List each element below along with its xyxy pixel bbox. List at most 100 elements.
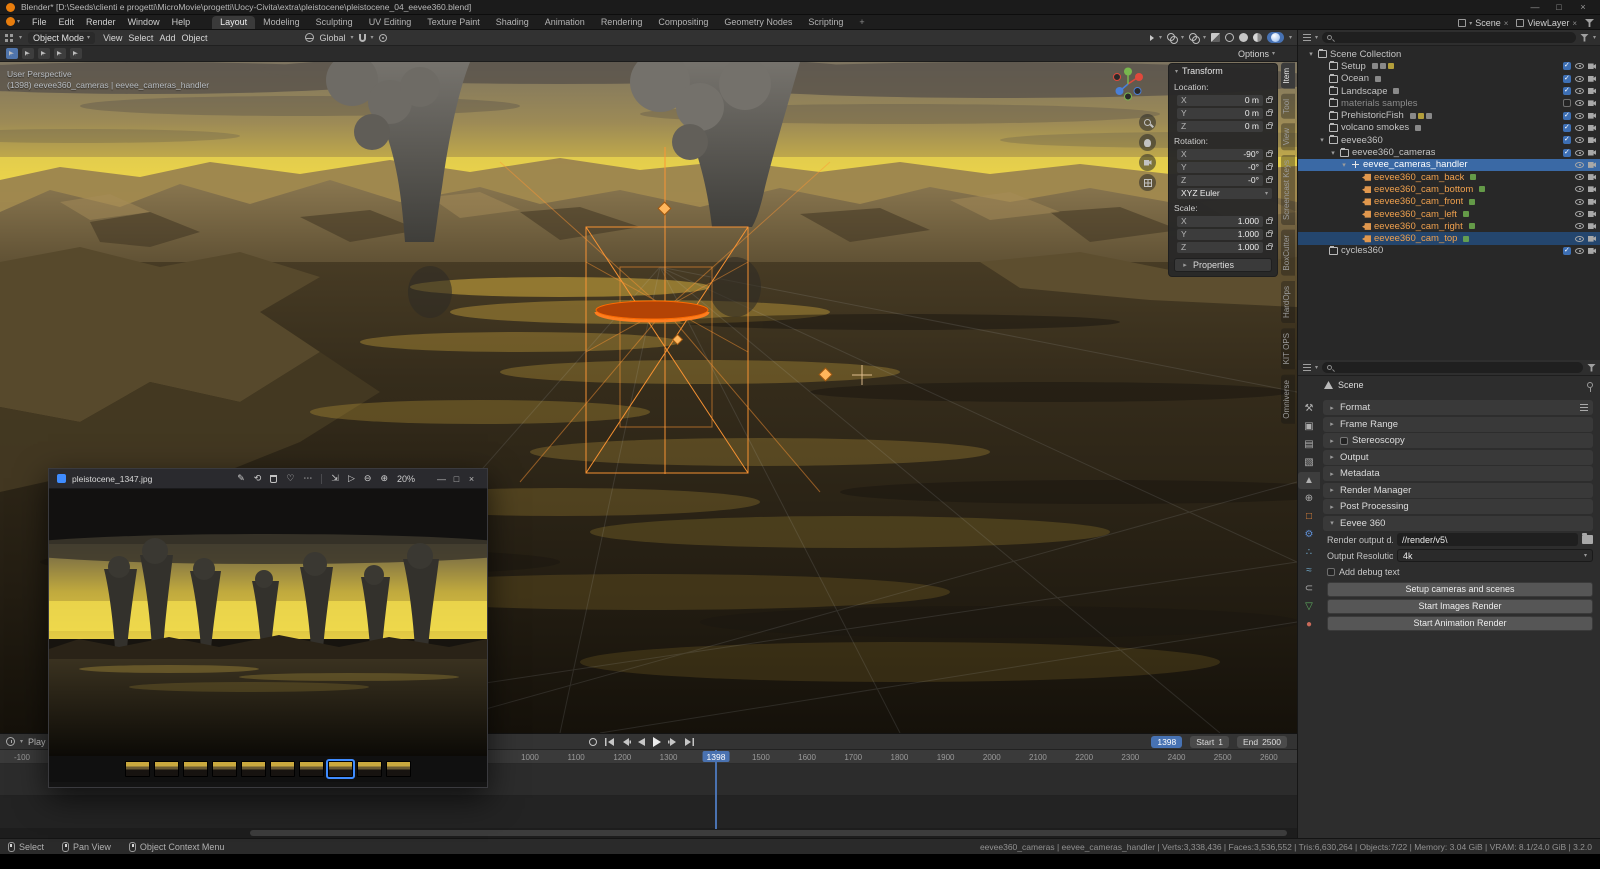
disable-render-icon[interactable] — [1588, 149, 1596, 156]
shading-material-icon[interactable] — [1252, 33, 1262, 42]
hide-viewport-icon[interactable] — [1575, 88, 1584, 95]
playhead-badge[interactable]: 1398 — [702, 751, 730, 762]
properties-tab[interactable] — [1298, 418, 1320, 435]
properties-section-header[interactable]: Output — [1323, 449, 1593, 465]
filmstrip-thumbnail[interactable] — [154, 761, 179, 777]
transform-value-field[interactable]: Z -0° ▾ — [1177, 174, 1263, 186]
ortho-toggle-button[interactable] — [1139, 174, 1156, 191]
properties-section-header[interactable]: Render Manager — [1323, 482, 1593, 498]
favorite-icon[interactable]: ♡ — [286, 473, 294, 484]
hide-viewport-icon[interactable] — [1575, 149, 1584, 156]
filmstrip-thumbnail[interactable] — [183, 761, 208, 777]
tweak-tool-icon[interactable] — [6, 48, 18, 59]
properties-tab[interactable] — [1298, 490, 1320, 507]
exclude-checkbox[interactable] — [1563, 246, 1571, 255]
photos-window[interactable]: pleistocene_1347.jpg ✎ ⟲ ♡ ⋯ ⇲ ▷ ⊖ ⊕ 20%… — [48, 468, 488, 788]
filmstrip-thumbnail[interactable] — [386, 761, 411, 777]
filmstrip-thumbnail[interactable] — [212, 761, 237, 777]
sidebar-tab[interactable]: Item — [1281, 63, 1295, 89]
menu-item[interactable]: Render — [80, 16, 122, 29]
workspace-tab[interactable]: Compositing — [650, 16, 716, 29]
workspace-tab[interactable]: UV Editing — [361, 16, 420, 29]
disclosure-triangle-icon[interactable] — [1340, 161, 1348, 169]
snap-magnet-icon[interactable] — [358, 33, 366, 42]
viewport-menu-item[interactable]: Add — [157, 33, 177, 43]
transform-value-field[interactable]: Z 1.000 ▾ — [1177, 241, 1263, 253]
exclude-checkbox[interactable] — [1563, 135, 1571, 145]
annotate-tool-icon[interactable] — [70, 48, 82, 59]
navigation-gizmo[interactable] — [1110, 66, 1146, 104]
properties-tab[interactable] — [1298, 598, 1320, 615]
disable-render-icon[interactable] — [1588, 137, 1596, 144]
fullscreen-icon[interactable]: ⇲ — [331, 473, 339, 484]
transform-value-field[interactable]: Z 0 m ▾ — [1177, 120, 1263, 132]
disable-render-icon[interactable] — [1588, 247, 1596, 254]
outliner-row[interactable]: cycles360 — [1298, 245, 1600, 257]
xray-toggle-icon[interactable] — [1210, 33, 1220, 42]
editor-type-icon[interactable] — [1303, 33, 1311, 42]
outliner-row[interactable]: Ocean — [1298, 73, 1600, 85]
transform-value-field[interactable]: X 0 m ▾ — [1177, 94, 1263, 106]
next-keyframe-button[interactable] — [668, 737, 678, 746]
menu-item[interactable]: Window — [122, 16, 166, 29]
resolution-dropdown[interactable]: 4k ▾ — [1397, 549, 1593, 562]
properties-tab[interactable] — [1298, 526, 1320, 543]
window-close-button[interactable]: × — [1572, 2, 1594, 12]
timeline-scrollbar[interactable] — [0, 828, 1297, 838]
properties-tab[interactable] — [1298, 436, 1320, 453]
blender-menu-icon[interactable] — [6, 16, 20, 27]
properties-tab[interactable] — [1298, 400, 1320, 417]
hide-viewport-icon[interactable] — [1575, 112, 1584, 119]
exclude-checkbox[interactable] — [1563, 74, 1571, 83]
lock-icon[interactable] — [1266, 216, 1273, 224]
properties-section-header[interactable]: Post Processing — [1323, 499, 1593, 514]
exclude-checkbox[interactable] — [1563, 86, 1571, 96]
show-gizmo-icon[interactable] — [1166, 33, 1178, 44]
filmstrip-thumbnail[interactable] — [326, 759, 355, 779]
viewport-menu-item[interactable]: Select — [126, 33, 155, 43]
sidebar-tab[interactable]: Tool — [1281, 93, 1295, 119]
properties-section-header[interactable]: Stereoscopy — [1323, 433, 1593, 448]
hide-viewport-icon[interactable] — [1575, 75, 1584, 82]
properties-tab[interactable] — [1298, 616, 1320, 633]
outliner-search-input[interactable] — [1335, 32, 1571, 43]
workspace-tab[interactable]: Sculpting — [308, 16, 361, 29]
disable-render-icon[interactable] — [1588, 161, 1596, 168]
transform-value-field[interactable]: Y 1.000 ▾ — [1177, 228, 1263, 240]
properties-tab[interactable] — [1298, 454, 1320, 471]
close-icon[interactable]: × — [464, 474, 479, 484]
hide-viewport-icon[interactable] — [1575, 186, 1584, 193]
window-maximize-button[interactable]: □ — [1548, 2, 1570, 12]
menu-item[interactable]: Edit — [53, 16, 81, 29]
auto-keyframe-button[interactable] — [588, 737, 598, 747]
outliner-row[interactable]: PrehistoricFish — [1298, 109, 1600, 121]
zoom-out-icon[interactable]: ⊖ — [364, 473, 372, 484]
disable-render-icon[interactable] — [1588, 112, 1596, 119]
lock-icon[interactable] — [1266, 162, 1273, 170]
viewport-menu-item[interactable]: View — [101, 33, 124, 43]
transform-value-field[interactable]: XYZ Euler ▾ — [1177, 187, 1272, 199]
selectability-icon[interactable] — [1149, 34, 1154, 41]
properties-tab[interactable] — [1298, 544, 1320, 561]
outliner-row[interactable]: eevee360_cameras — [1298, 146, 1600, 158]
lock-icon[interactable] — [1266, 108, 1273, 116]
hide-viewport-icon[interactable] — [1575, 211, 1584, 217]
properties-tab[interactable] — [1298, 508, 1320, 525]
options-dropdown[interactable]: Options ▾ — [1238, 49, 1275, 59]
mode-dropdown[interactable]: Object Mode ▾ — [28, 31, 96, 44]
filmstrip-thumbnail[interactable] — [357, 761, 382, 777]
sidebar-tab[interactable]: BoxCutter — [1281, 230, 1295, 277]
lock-icon[interactable] — [1266, 149, 1273, 157]
more-options-icon[interactable]: ⋯ — [303, 473, 312, 484]
properties-section-header[interactable]: Frame Range — [1323, 416, 1593, 432]
exclude-checkbox[interactable] — [1563, 61, 1571, 71]
viewport-menu-item[interactable]: Object — [179, 33, 209, 43]
jump-to-start-button[interactable] — [604, 737, 615, 746]
shading-wireframe-icon[interactable] — [1224, 33, 1234, 42]
move-tool-icon[interactable] — [54, 48, 66, 59]
transform-value-field[interactable]: X 1.000 ▾ — [1177, 215, 1263, 227]
disable-render-icon[interactable] — [1588, 186, 1596, 193]
transform-value-field[interactable]: X -90° ▾ — [1177, 148, 1263, 160]
menu-item[interactable]: Help — [166, 16, 197, 29]
window-minimize-button[interactable]: — — [1524, 2, 1546, 12]
